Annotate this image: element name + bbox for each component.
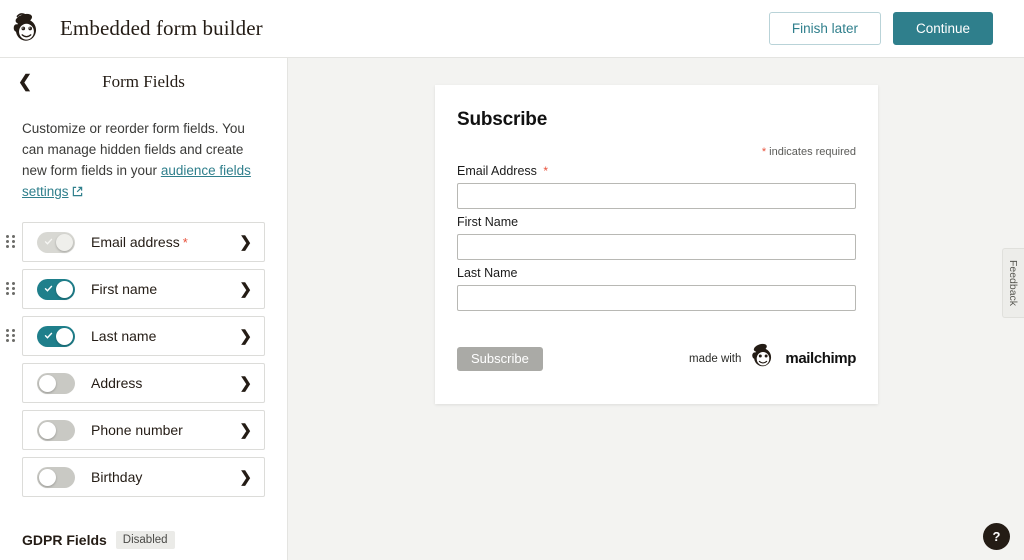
list-item: Birthday ❯ (22, 457, 265, 497)
sidebar-header: ❮ Form Fields (0, 58, 287, 106)
sidebar-field-row-first-name[interactable]: First name ❯ (22, 269, 265, 309)
top-bar-actions: Finish later Continue (768, 12, 1024, 45)
form-group-first-name: First Name (457, 215, 856, 260)
sidebar-field-row-address[interactable]: Address ❯ (22, 363, 265, 403)
form-label-last-name: Last Name (457, 266, 518, 280)
help-button[interactable]: ? (983, 523, 1010, 550)
email-address-input[interactable] (457, 183, 856, 209)
list-item: Address ❯ (22, 363, 265, 403)
toggle-address[interactable] (37, 372, 75, 394)
sidebar-field-row-birthday[interactable]: Birthday ❯ (22, 457, 265, 497)
sidebar-field-label: Email address * (91, 234, 188, 250)
sidebar-field-label: Last name (91, 328, 157, 344)
drag-handle-icon[interactable] (6, 329, 18, 343)
chevron-right-icon[interactable]: ❯ (239, 233, 252, 251)
sidebar-field-label: First name (91, 281, 158, 297)
required-asterisk: * (543, 164, 549, 178)
mailchimp-freddie-logo-icon (748, 343, 778, 374)
sidebar-panel: ❮ Form Fields Customize or reorder form … (0, 58, 288, 560)
made-with-label: made with (688, 352, 742, 365)
form-label-first-name: First Name (457, 215, 519, 229)
gdpr-description: Manage your GDPR marketing (22, 556, 265, 560)
chevron-right-icon[interactable]: ❯ (239, 280, 252, 298)
form-preview-title: Subscribe (457, 109, 548, 130)
page-title: Embedded form builder (60, 16, 263, 40)
chevron-right-icon[interactable]: ❯ (239, 421, 252, 439)
sidebar-field-label: Address (91, 375, 143, 391)
brand: Embedded form builder (0, 12, 263, 46)
sidebar-field-label: Birthday (91, 469, 143, 485)
last-name-input[interactable] (457, 285, 856, 311)
chevron-right-icon[interactable]: ❯ (239, 468, 252, 486)
list-item: Last name ❯ (6, 316, 265, 356)
feedback-tab[interactable]: Feedback (1002, 248, 1024, 318)
required-asterisk: * (761, 146, 767, 158)
gdpr-title: GDPR Fields (22, 532, 107, 548)
subscribe-submit-button[interactable]: Subscribe (457, 346, 543, 371)
indicates-required-text: indicates required (769, 146, 856, 158)
subscribe-form-preview: Subscribe * indicates required Email Add… (435, 85, 878, 404)
status-badge: Disabled (115, 531, 175, 549)
made-with-mailchimp: made with mailchimp (689, 343, 856, 374)
chevron-right-icon[interactable]: ❯ (239, 374, 252, 392)
drag-handle-icon[interactable] (6, 235, 18, 249)
chevron-left-icon[interactable]: ❮ (14, 71, 36, 93)
continue-button[interactable]: Continue (892, 12, 993, 45)
toggle-birthday[interactable] (37, 466, 75, 488)
sidebar-description: Customize or reorder form fields. You ca… (22, 118, 265, 203)
form-footer: Subscribe made with mailchimp (457, 343, 856, 374)
top-bar: Embedded form builder Finish later Conti… (0, 0, 1024, 58)
gdpr-section: GDPR Fields Disabled Manage your GDPR ma… (22, 531, 265, 560)
external-link-icon[interactable] (72, 182, 83, 203)
form-group-email-address: Email Address * (457, 164, 856, 209)
form-builder-app: Embedded form builder Finish later Conti… (0, 0, 1024, 560)
toggle-last-name[interactable] (37, 325, 75, 347)
form-fields-list: Email address * ❯ First name ❯ Last name… (0, 222, 287, 497)
sidebar-field-row-last-name[interactable]: Last name ❯ (22, 316, 265, 356)
toggle-phone-number[interactable] (37, 419, 75, 441)
sidebar-field-row-email-address[interactable]: Email address * ❯ (22, 222, 265, 262)
required-asterisk: * (182, 235, 188, 250)
sidebar-field-row-phone-number[interactable]: Phone number ❯ (22, 410, 265, 450)
mailchimp-wordmark: mailchimp (785, 350, 856, 367)
sidebar-field-label: Phone number (91, 422, 183, 438)
mailchimp-freddie-logo-icon (10, 12, 44, 46)
list-item: Email address * ❯ (6, 222, 265, 262)
chevron-right-icon[interactable]: ❯ (239, 327, 252, 345)
list-item: Phone number ❯ (22, 410, 265, 450)
indicates-required-note: * indicates required (457, 146, 856, 158)
gdpr-header: GDPR Fields Disabled (22, 531, 265, 549)
drag-handle-icon[interactable] (6, 282, 18, 296)
toggle-first-name[interactable] (37, 278, 75, 300)
preview-canvas: Subscribe * indicates required Email Add… (289, 58, 1024, 560)
toggle-email-address[interactable] (37, 231, 75, 253)
finish-later-button[interactable]: Finish later (768, 12, 881, 45)
sidebar-title: Form Fields (102, 72, 185, 91)
form-label-email-address: Email Address * (457, 164, 549, 178)
question-mark-icon: ? (992, 529, 1001, 544)
list-item: First name ❯ (6, 269, 265, 309)
feedback-tab-label: Feedback (1007, 259, 1020, 307)
form-group-last-name: Last Name (457, 266, 856, 311)
first-name-input[interactable] (457, 234, 856, 260)
